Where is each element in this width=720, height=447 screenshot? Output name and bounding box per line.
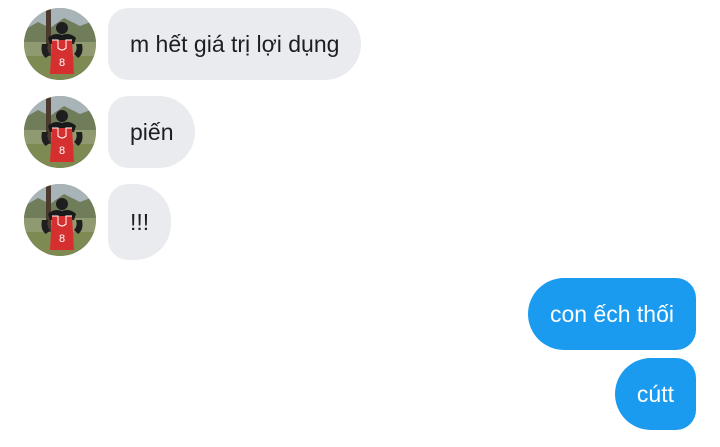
profile-photo-icon [24, 96, 96, 168]
avatar[interactable] [24, 8, 96, 80]
avatar[interactable] [24, 96, 96, 168]
profile-photo-icon [24, 8, 96, 80]
avatar[interactable] [24, 184, 96, 256]
message-text: m hết giá trị lợi dụng [130, 31, 340, 57]
message-bubble-outgoing[interactable]: cútt [614, 358, 696, 430]
message-text: !!! [130, 209, 150, 235]
message-text: piến [130, 119, 174, 145]
message-bubble-incoming[interactable]: m hết giá trị lợi dụng [108, 8, 362, 80]
message-text: cútt [636, 381, 674, 407]
message-bubble-outgoing[interactable]: con ếch thối [527, 278, 696, 350]
message-text: con ếch thối [549, 301, 674, 327]
message-bubble-incoming[interactable]: !!! [108, 184, 172, 260]
profile-photo-icon [24, 184, 96, 256]
message-bubble-incoming[interactable]: piến [108, 96, 196, 168]
